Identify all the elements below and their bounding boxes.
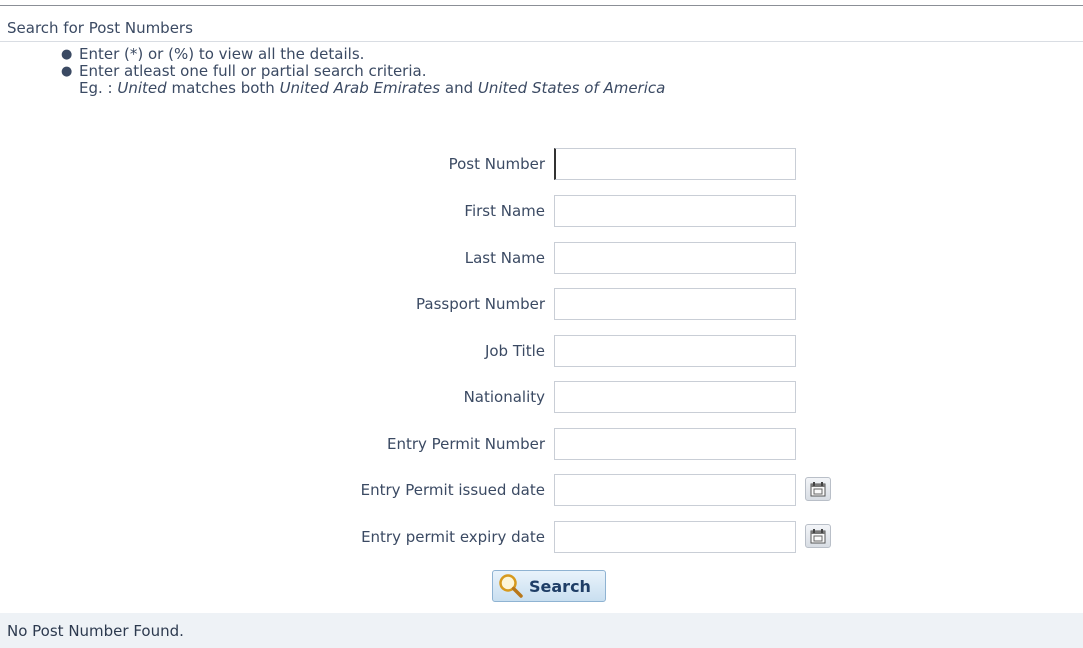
- last-name-row: Last Name: [0, 242, 1083, 276]
- page: Search for Post Numbers ● Enter (*) or (…: [0, 0, 1083, 648]
- nationality-row: Nationality: [0, 381, 1083, 415]
- issued-date-picker-button[interactable]: [805, 477, 831, 501]
- magnifier-icon: [499, 574, 523, 598]
- first-name-label: First Name: [464, 202, 545, 220]
- job-title-row: Job Title: [0, 335, 1083, 369]
- first-name-row: First Name: [0, 195, 1083, 229]
- calendar-icon: [810, 528, 826, 543]
- entry-permit-issued-date-input[interactable]: [554, 474, 796, 506]
- entry-permit-expiry-date-row: Entry permit expiry date: [0, 521, 1083, 555]
- entry-permit-issued-date-label: Entry Permit issued date: [360, 481, 545, 499]
- expiry-date-picker-button[interactable]: [805, 524, 831, 548]
- nationality-input[interactable]: [554, 381, 796, 413]
- entry-permit-issued-date-row: Entry Permit issued date: [0, 474, 1083, 508]
- section-title: Search for Post Numbers: [7, 19, 193, 37]
- entry-permit-expiry-date-label: Entry permit expiry date: [361, 528, 545, 546]
- passport-number-row: Passport Number: [0, 288, 1083, 322]
- job-title-input[interactable]: [554, 335, 796, 367]
- post-number-row: Post Number: [0, 148, 1083, 182]
- entry-permit-expiry-date-input[interactable]: [554, 521, 796, 553]
- last-name-label: Last Name: [464, 249, 545, 267]
- status-message: No Post Number Found.: [7, 622, 184, 640]
- nationality-label: Nationality: [463, 388, 545, 406]
- search-button-label: Search: [529, 576, 591, 596]
- bullet-icon: ●: [61, 64, 73, 79]
- title-divider: [0, 41, 1083, 42]
- entry-permit-number-input[interactable]: [554, 428, 796, 460]
- search-button[interactable]: Search: [492, 570, 606, 602]
- post-number-label: Post Number: [448, 155, 545, 173]
- job-title-label: Job Title: [484, 342, 545, 360]
- entry-permit-number-label: Entry Permit Number: [386, 435, 545, 453]
- passport-number-input[interactable]: [554, 288, 796, 320]
- instruction-item: ● Enter atleast one full or partial sear…: [61, 62, 427, 80]
- last-name-input[interactable]: [554, 242, 796, 274]
- instruction-example: Eg. : United matches both United Arab Em…: [79, 79, 666, 97]
- entry-permit-number-row: Entry Permit Number: [0, 428, 1083, 462]
- status-bar: No Post Number Found.: [0, 613, 1083, 648]
- passport-number-label: Passport Number: [416, 295, 545, 313]
- instructions-list: ● Enter (*) or (%) to view all the detai…: [61, 46, 665, 97]
- instruction-item: ● Enter (*) or (%) to view all the detai…: [61, 45, 365, 63]
- calendar-icon: [810, 481, 826, 496]
- top-divider: [0, 5, 1083, 6]
- post-number-input[interactable]: [554, 148, 796, 180]
- first-name-input[interactable]: [554, 195, 796, 227]
- bullet-icon: ●: [61, 47, 73, 62]
